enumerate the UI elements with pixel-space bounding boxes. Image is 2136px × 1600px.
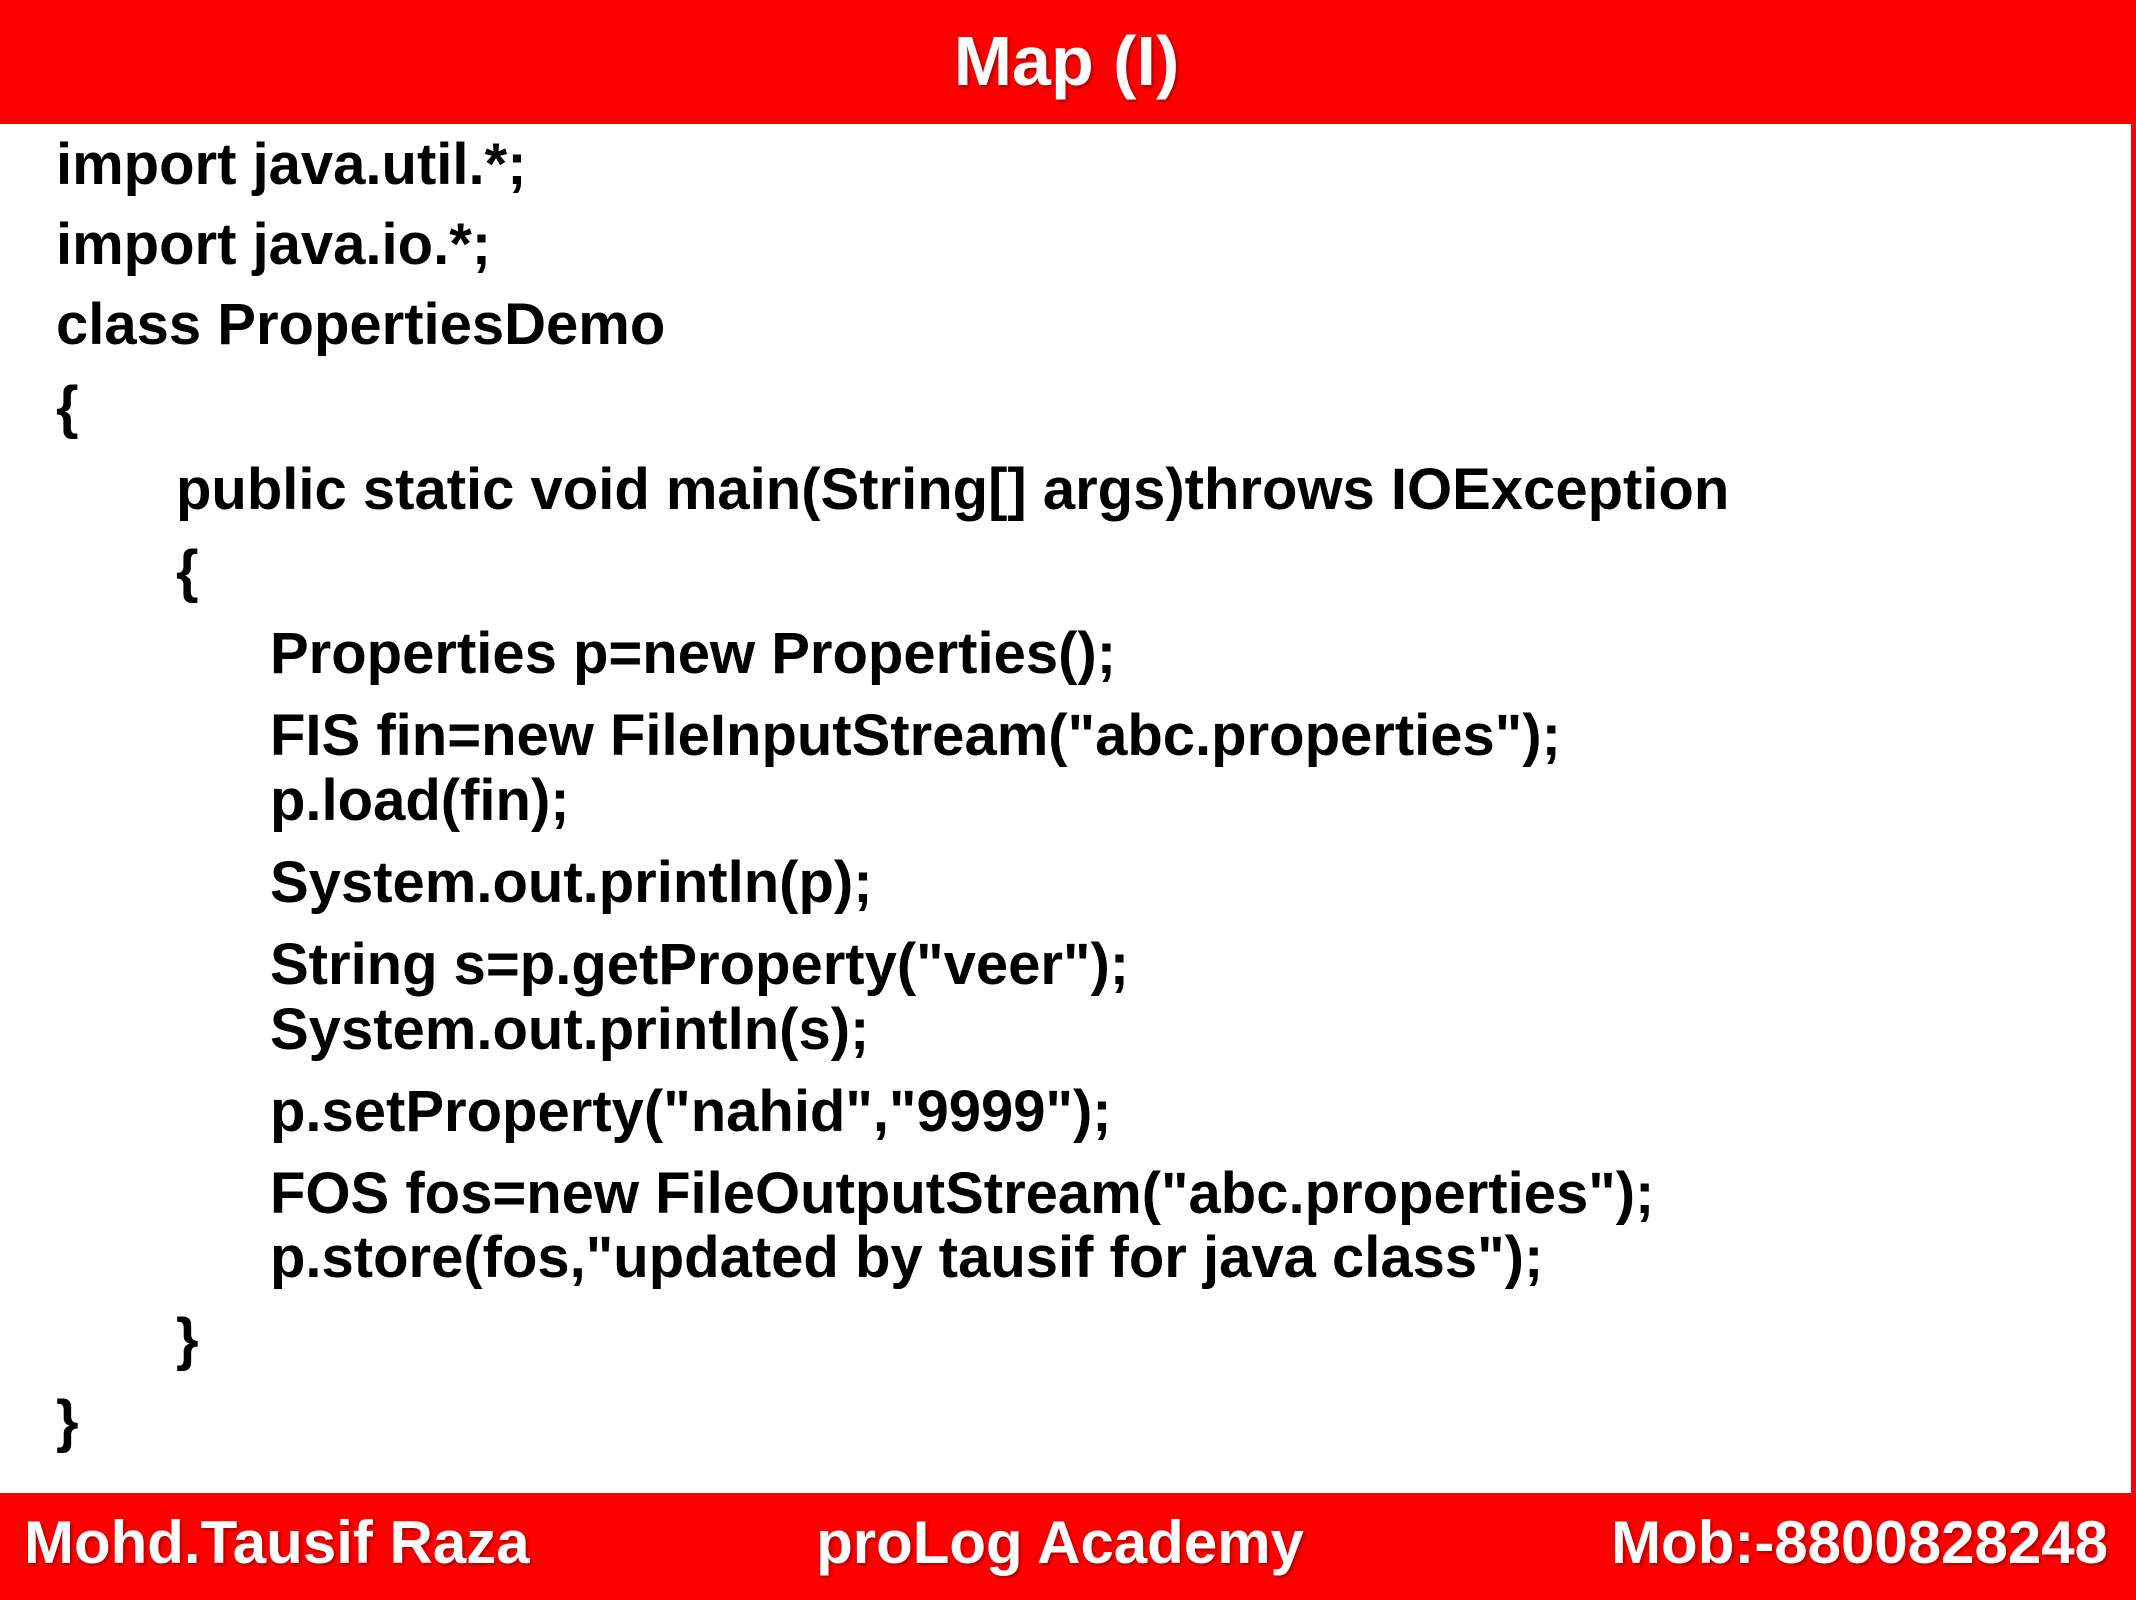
code-line: p.load(fin); xyxy=(270,768,570,833)
code-line: { xyxy=(56,375,79,440)
code-line: FIS fin=new FileInputStream("abc.propert… xyxy=(270,703,1561,768)
code-line: p.setProperty("nahid","9999"); xyxy=(270,1079,1112,1144)
code-line: import java.io.*; xyxy=(56,212,492,277)
code-block: import java.util.*; import java.io.*; cl… xyxy=(0,0,2130,1490)
code-line: System.out.println(p); xyxy=(270,850,873,915)
code-line: String s=p.getProperty("veer"); xyxy=(270,932,1130,997)
right-border xyxy=(2131,0,2136,1600)
code-line: System.out.println(s); xyxy=(270,997,870,1062)
code-line: Properties p=new Properties(); xyxy=(270,621,1117,686)
code-line: import java.util.*; xyxy=(56,132,527,197)
code-line: class PropertiesDemo xyxy=(56,292,666,357)
code-line: FOS fos=new FileOutputStream("abc.proper… xyxy=(270,1161,1655,1226)
code-line: p.store(fos,"updated by tausif for java … xyxy=(270,1225,1544,1290)
footer-banner: Mohd.Tausif Raza proLog Academy Mob:-880… xyxy=(0,1493,2136,1600)
slide: Map (I) import java.util.*; import java.… xyxy=(0,0,2136,1600)
code-line: public static void main(String[] args)th… xyxy=(176,457,1730,522)
code-line: { xyxy=(176,539,199,604)
code-line: } xyxy=(176,1307,199,1372)
code-line: } xyxy=(56,1389,79,1454)
footer-mobile: Mob:-8800828248 xyxy=(1611,1509,2108,1576)
